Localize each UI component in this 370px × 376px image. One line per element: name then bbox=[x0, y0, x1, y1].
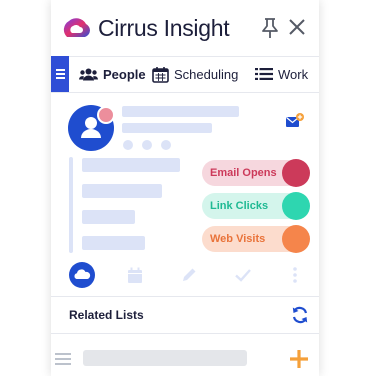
link-clicks-badge[interactable]: Link Clicks bbox=[202, 192, 310, 220]
email-opens-indicator bbox=[282, 159, 310, 187]
link-clicks-label: Link Clicks bbox=[210, 200, 269, 212]
cirrus-logo-icon bbox=[63, 18, 90, 37]
refresh-icon[interactable] bbox=[290, 305, 310, 325]
email-add-icon[interactable] bbox=[285, 112, 305, 130]
people-icon bbox=[79, 68, 98, 80]
detail-placeholder bbox=[82, 184, 162, 198]
tab-people[interactable]: People bbox=[79, 56, 146, 92]
more-button[interactable] bbox=[287, 260, 303, 290]
tab-work[interactable]: Work bbox=[255, 56, 308, 92]
list-item bbox=[51, 340, 319, 376]
list-item-placeholder bbox=[83, 350, 247, 366]
action-toolbar bbox=[51, 260, 319, 297]
placeholder-dot bbox=[123, 140, 133, 150]
placeholder-dot bbox=[161, 140, 171, 150]
link-clicks-indicator bbox=[282, 192, 310, 220]
menu-button[interactable] bbox=[51, 56, 69, 92]
related-lists-title: Related Lists bbox=[69, 308, 144, 322]
contact-title-placeholder bbox=[122, 123, 212, 133]
tab-work-label: Work bbox=[278, 66, 309, 82]
close-icon[interactable] bbox=[287, 17, 307, 37]
related-lists-header: Related Lists bbox=[51, 297, 319, 334]
status-badge bbox=[97, 106, 115, 124]
calendar-icon bbox=[128, 267, 142, 283]
add-icon[interactable] bbox=[288, 348, 310, 370]
web-visits-indicator bbox=[282, 225, 310, 253]
email-opens-badge[interactable]: Email Opens bbox=[202, 159, 310, 187]
salesforce-button[interactable] bbox=[68, 260, 96, 290]
detail-placeholder bbox=[82, 210, 135, 224]
tab-scheduling-label: Scheduling bbox=[174, 66, 239, 82]
tab-people-label: People bbox=[103, 66, 146, 82]
email-opens-label: Email Opens bbox=[210, 167, 277, 179]
tab-scheduling[interactable]: Scheduling bbox=[152, 56, 238, 92]
more-vertical-icon bbox=[293, 267, 297, 283]
list-icon bbox=[255, 68, 273, 80]
pencil-icon bbox=[183, 268, 196, 281]
header: Cirrus Insight bbox=[51, 0, 319, 57]
drag-handle-icon[interactable] bbox=[55, 353, 71, 365]
brand-name: Cirrus Insight bbox=[98, 15, 230, 41]
note-button[interactable] bbox=[179, 260, 199, 290]
web-visits-badge[interactable]: Web Visits bbox=[202, 225, 310, 253]
detail-placeholder bbox=[82, 236, 145, 250]
cloud-icon bbox=[69, 262, 95, 288]
web-visits-label: Web Visits bbox=[210, 233, 266, 245]
detail-placeholder bbox=[82, 158, 180, 172]
task-button[interactable] bbox=[233, 260, 253, 290]
check-icon bbox=[235, 269, 251, 282]
detail-divider bbox=[69, 157, 73, 253]
event-button[interactable] bbox=[126, 260, 144, 290]
pin-icon[interactable] bbox=[259, 16, 281, 40]
contact-name-placeholder bbox=[122, 106, 239, 117]
calendar-icon bbox=[152, 66, 169, 83]
placeholder-dot bbox=[142, 140, 152, 150]
sidebar-panel: Cirrus Insight People Scheduling Work Em… bbox=[51, 0, 319, 376]
tab-bar: People Scheduling Work bbox=[51, 56, 319, 93]
